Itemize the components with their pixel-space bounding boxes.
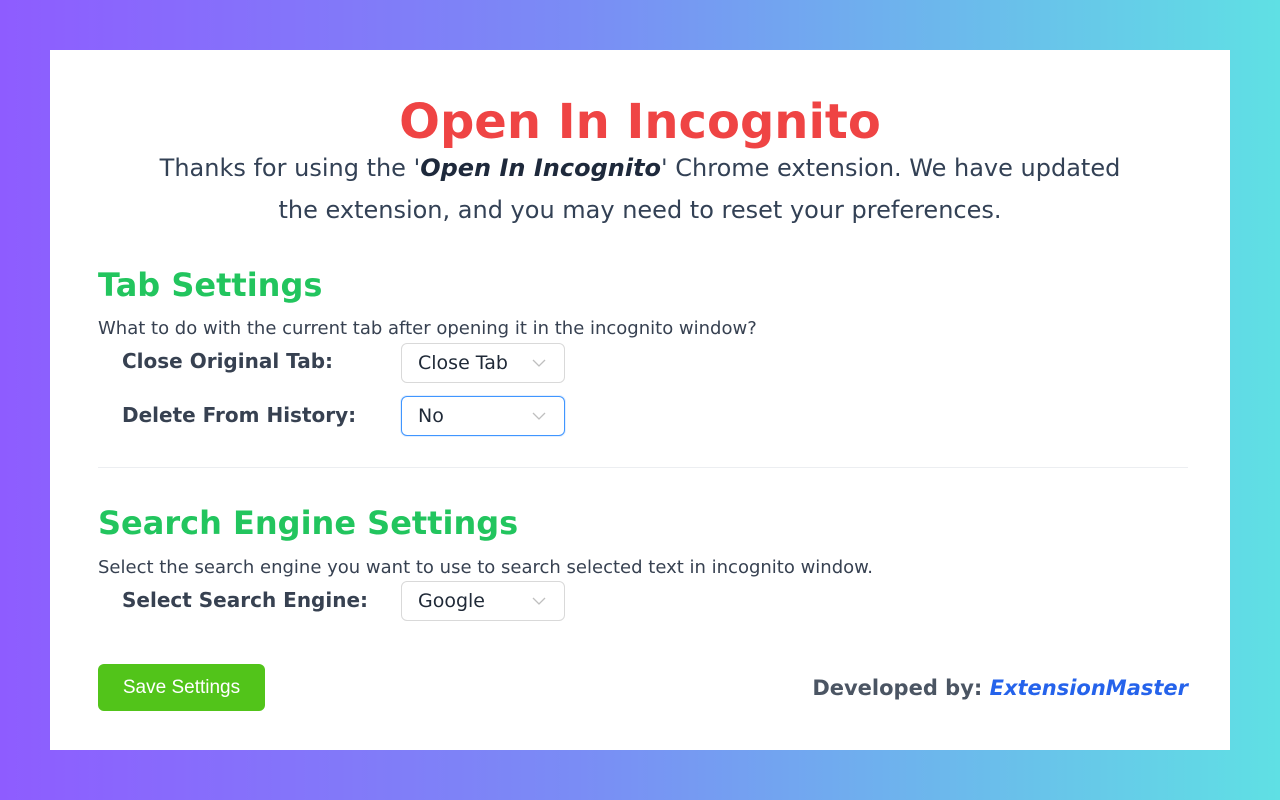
delete-from-history-value: No [418, 405, 444, 427]
intro-text: Thanks for using the 'Open In Incognito'… [150, 147, 1130, 231]
developer-credit: Developed by: ExtensionMaster [812, 674, 1188, 702]
search-engine-value: Google [418, 590, 486, 612]
delete-from-history-select[interactable]: No [401, 396, 565, 436]
developed-by-label: Developed by: [812, 676, 990, 700]
tab-settings-title: Tab Settings [98, 266, 323, 304]
search-engine-select[interactable]: Google [401, 581, 565, 621]
intro-extension-name: Open In Incognito [420, 154, 662, 182]
developer-link[interactable]: ExtensionMaster [990, 676, 1188, 700]
save-settings-button[interactable]: Save Settings [98, 664, 265, 711]
section-divider [98, 467, 1188, 468]
chevron-down-icon [532, 412, 546, 420]
tab-settings-description: What to do with the current tab after op… [98, 318, 757, 339]
search-engine-settings-description: Select the search engine you want to use… [98, 557, 873, 578]
settings-card: Open In Incognito Thanks for using the '… [50, 50, 1230, 750]
close-original-tab-value: Close Tab [418, 352, 508, 374]
close-original-tab-select[interactable]: Close Tab [401, 343, 565, 383]
close-original-tab-label: Close Original Tab: [122, 349, 334, 373]
delete-from-history-label: Delete From History: [122, 403, 357, 427]
intro-prefix: Thanks for using the ' [159, 154, 421, 182]
chevron-down-icon [532, 597, 546, 605]
page-title: Open In Incognito [399, 94, 881, 150]
search-engine-settings-title: Search Engine Settings [98, 504, 519, 542]
select-search-engine-label: Select Search Engine: [122, 588, 369, 612]
chevron-down-icon [532, 359, 546, 367]
